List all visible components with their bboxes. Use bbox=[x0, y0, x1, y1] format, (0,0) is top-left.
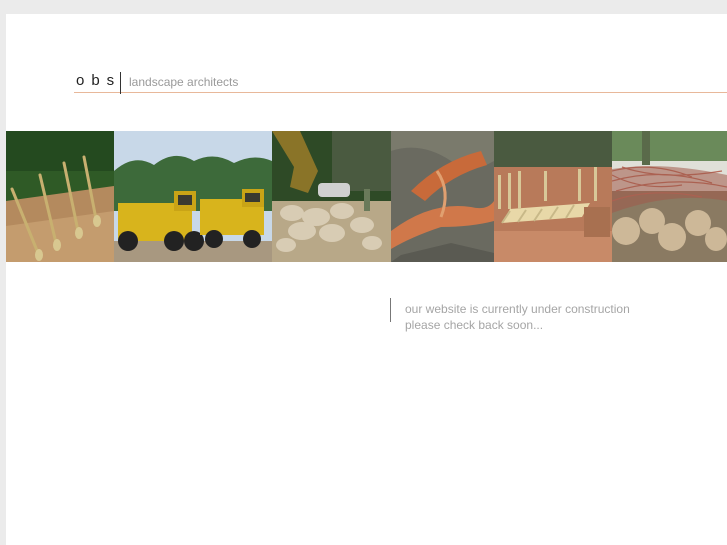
page-container: obs landscape architects our website is … bbox=[6, 14, 727, 545]
photo-strip bbox=[6, 131, 727, 262]
wood-framing-photo bbox=[494, 131, 612, 262]
shovels-photo bbox=[6, 131, 114, 262]
message-line-2: please check back soon... bbox=[405, 318, 544, 332]
tree-rootballs-photo bbox=[612, 131, 727, 262]
logo-divider bbox=[120, 72, 121, 94]
dump-trucks-photo bbox=[114, 131, 272, 262]
excavator-boulders-photo bbox=[272, 131, 391, 262]
aerial-site-photo bbox=[391, 131, 494, 262]
construction-message: our website is currently under construct… bbox=[405, 301, 630, 333]
message-divider bbox=[390, 298, 391, 322]
site-logo: obs bbox=[76, 72, 122, 89]
site-tagline: landscape architects bbox=[129, 75, 239, 89]
site-header: obs landscape architects bbox=[74, 70, 727, 94]
message-line-1: our website is currently under construct… bbox=[405, 302, 630, 316]
